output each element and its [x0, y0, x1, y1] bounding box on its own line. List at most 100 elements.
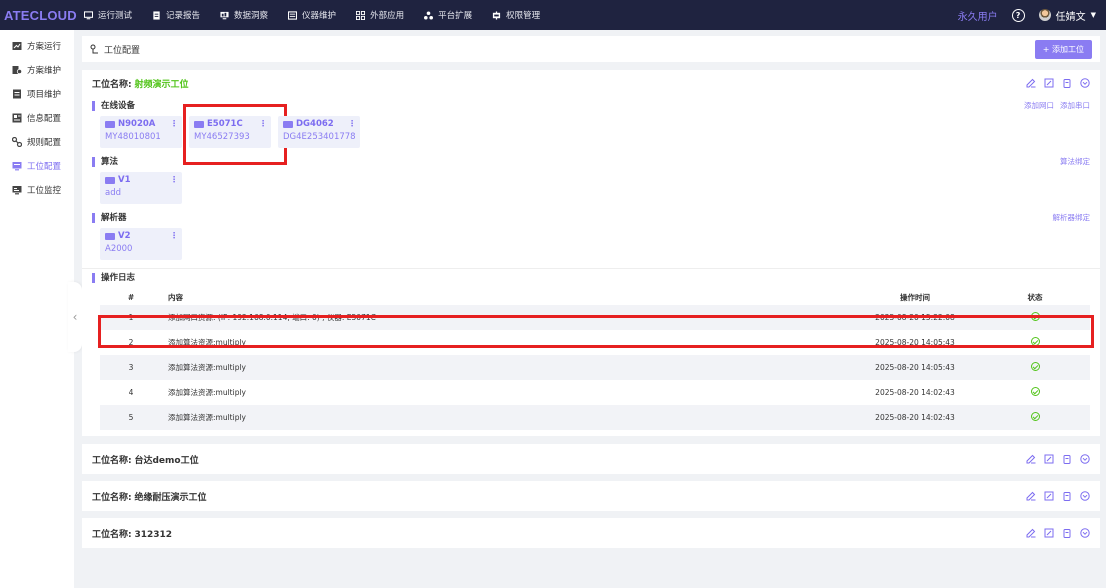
device-card[interactable]: N9020A MY48010801 ⋮	[100, 116, 182, 148]
table-row[interactable]: 2 添加算法资源:multiply 2025-08-20 14:05:43	[100, 330, 1090, 355]
bind-algorithm-link[interactable]: 算法绑定	[1060, 156, 1090, 167]
copy-icon[interactable]	[1044, 528, 1054, 538]
app-logo[interactable]: ATECLOUD	[0, 8, 84, 23]
table-row[interactable]: 1 添加网口资源: (IP: 192.168.0.114, 端口: 0) , 仪…	[100, 305, 1090, 330]
workstation-header[interactable]: 工位名称: 射频演示工位	[82, 70, 1100, 96]
success-check-icon	[1030, 412, 1040, 421]
expand-toggle-icon[interactable]	[1080, 491, 1090, 501]
parser-cards: V2 A2000 ⋮	[82, 223, 1100, 260]
table-row[interactable]: 3 添加算法资源:multiply 2025-08-20 14:05:43	[100, 355, 1090, 380]
table-row[interactable]: 5 添加算法资源:multiply 2025-08-20 14:02:43	[100, 405, 1090, 430]
workstation-title: 工位名称: 台达demo工位	[92, 453, 199, 466]
more-icon[interactable]: ⋮	[259, 119, 267, 128]
copy-icon[interactable]	[1044, 78, 1054, 88]
delete-icon[interactable]	[1062, 491, 1072, 501]
algorithm-icon	[105, 176, 115, 184]
nav-item-external-apps[interactable]: 外部应用	[356, 9, 404, 21]
edit-icon[interactable]	[1026, 528, 1036, 538]
delete-icon[interactable]	[1062, 454, 1072, 464]
user-name: 任婧文	[1055, 11, 1086, 23]
more-icon[interactable]: ⋮	[348, 119, 356, 128]
nav-label: 平台扩展	[438, 11, 473, 21]
row-index: 4	[128, 388, 134, 397]
sidebar-item-plan-run[interactable]: 方案运行	[0, 34, 74, 58]
row-status	[980, 412, 1090, 423]
sidebar-item-station-monitor[interactable]: 工位监控	[0, 178, 74, 202]
more-icon[interactable]: ⋮	[170, 175, 178, 184]
maintain-icon	[12, 66, 22, 75]
table-row[interactable]: 4 添加算法资源:multiply 2025-08-20 14:02:43	[100, 380, 1090, 405]
device-card[interactable]: DG4062 DG4E253401778 ⋮	[278, 116, 360, 148]
monitor-station-icon	[12, 186, 22, 195]
workstation-panel: 工位名称: 射频演示工位 在线设备 添加网口 添加串口 N9020A MY480…	[82, 70, 1100, 436]
nav-item-run-test[interactable]: 运行测试	[84, 9, 132, 21]
sidebar-item-project-maintain[interactable]: 项目维护	[0, 82, 74, 106]
section-title: 在线设备	[92, 100, 135, 111]
nav-item-records[interactable]: 记录报告	[152, 9, 200, 21]
copy-icon[interactable]	[1044, 491, 1054, 501]
algorithm-cards: V1 add ⋮	[82, 167, 1100, 204]
row-time: 2025-08-20 14:02:43	[875, 388, 955, 397]
edit-icon[interactable]	[1026, 454, 1036, 464]
nav-item-instruments[interactable]: 仪器维护	[288, 9, 336, 21]
success-check-icon	[1030, 362, 1040, 371]
workstation-actions	[1026, 528, 1090, 538]
nav-label: 外部应用	[370, 11, 405, 21]
expand-toggle-icon[interactable]	[1080, 454, 1090, 464]
nav-item-insight[interactable]: 数据洞察	[220, 9, 268, 21]
license-badge[interactable]: 永久用户	[958, 8, 998, 23]
more-icon[interactable]: ⋮	[170, 119, 178, 128]
instrument-icon	[288, 10, 298, 20]
bind-parser-link[interactable]: 解析器绑定	[1053, 212, 1091, 223]
sidebar-item-plan-maintain[interactable]: 方案维护	[0, 58, 74, 82]
station-icon	[12, 162, 22, 171]
parser-icon	[105, 232, 115, 240]
parser-links: 解析器绑定	[1053, 212, 1091, 223]
edit-icon[interactable]	[1026, 78, 1036, 88]
expand-toggle-icon[interactable]	[1080, 528, 1090, 538]
workstation-collapsed[interactable]: 工位名称: 台达demo工位	[82, 444, 1100, 474]
sidebar-label: 方案运行	[27, 42, 62, 52]
algorithm-card[interactable]: V1 add ⋮	[100, 172, 182, 204]
column-header: 操作时间	[900, 292, 930, 302]
row-status	[980, 387, 1090, 398]
delete-icon[interactable]	[1062, 528, 1072, 538]
success-check-icon	[1030, 337, 1040, 346]
nav-item-platform-extension[interactable]: 平台扩展	[424, 9, 472, 21]
row-status	[980, 337, 1090, 348]
main-content: 工位配置 + 添加工位 工位名称: 射频演示工位 在线设备 添加网口 添加串口	[74, 30, 1106, 588]
edit-icon[interactable]	[1026, 491, 1036, 501]
section-title: 解析器	[92, 212, 127, 223]
workstation-label: 工位名称:	[92, 492, 132, 503]
add-station-button[interactable]: + 添加工位	[1034, 39, 1092, 59]
device-serial: DG4E253401778	[283, 132, 356, 142]
workstation-collapsed[interactable]: 工位名称: 绝缘耐压演示工位	[82, 481, 1100, 511]
nav-label: 记录报告	[166, 11, 201, 21]
delete-icon[interactable]	[1062, 78, 1072, 88]
instrument-icon	[105, 120, 115, 128]
workstation-title: 工位名称: 绝缘耐压演示工位	[92, 490, 207, 503]
parser-name: A2000	[105, 244, 133, 254]
sidebar-item-info-config[interactable]: 信息配置	[0, 106, 74, 130]
sidebar-item-station-config[interactable]: 工位配置	[0, 154, 74, 178]
collapse-toggle-icon[interactable]	[1080, 78, 1090, 88]
insight-icon	[220, 11, 229, 19]
workstation-collapsed[interactable]: 工位名称: 312312	[82, 518, 1100, 548]
sidebar-item-rule-config[interactable]: 规则配置	[0, 130, 74, 154]
nav-item-permissions[interactable]: 权限管理	[492, 9, 540, 21]
user-menu[interactable]: 任婧文 ▼	[1038, 8, 1096, 23]
workstation-actions	[1026, 491, 1090, 501]
device-card[interactable]: E5071C MY46527393 ⋮	[183, 104, 287, 165]
row-status	[980, 312, 1090, 323]
add-serial-port-link[interactable]: 添加串口	[1060, 100, 1090, 111]
nav-label: 仪器维护	[302, 11, 337, 21]
more-icon[interactable]: ⋮	[170, 231, 178, 240]
algorithm-version: V1	[118, 175, 131, 185]
add-network-port-link[interactable]: 添加网口	[1024, 100, 1054, 111]
workstation-name: 312312	[134, 529, 173, 540]
copy-icon[interactable]	[1044, 454, 1054, 464]
parser-card[interactable]: V2 A2000 ⋮	[100, 228, 182, 260]
help-icon[interactable]: ?	[1011, 8, 1025, 22]
column-header: 内容	[168, 292, 183, 302]
row-content: 添加算法资源:multiply	[168, 388, 246, 397]
